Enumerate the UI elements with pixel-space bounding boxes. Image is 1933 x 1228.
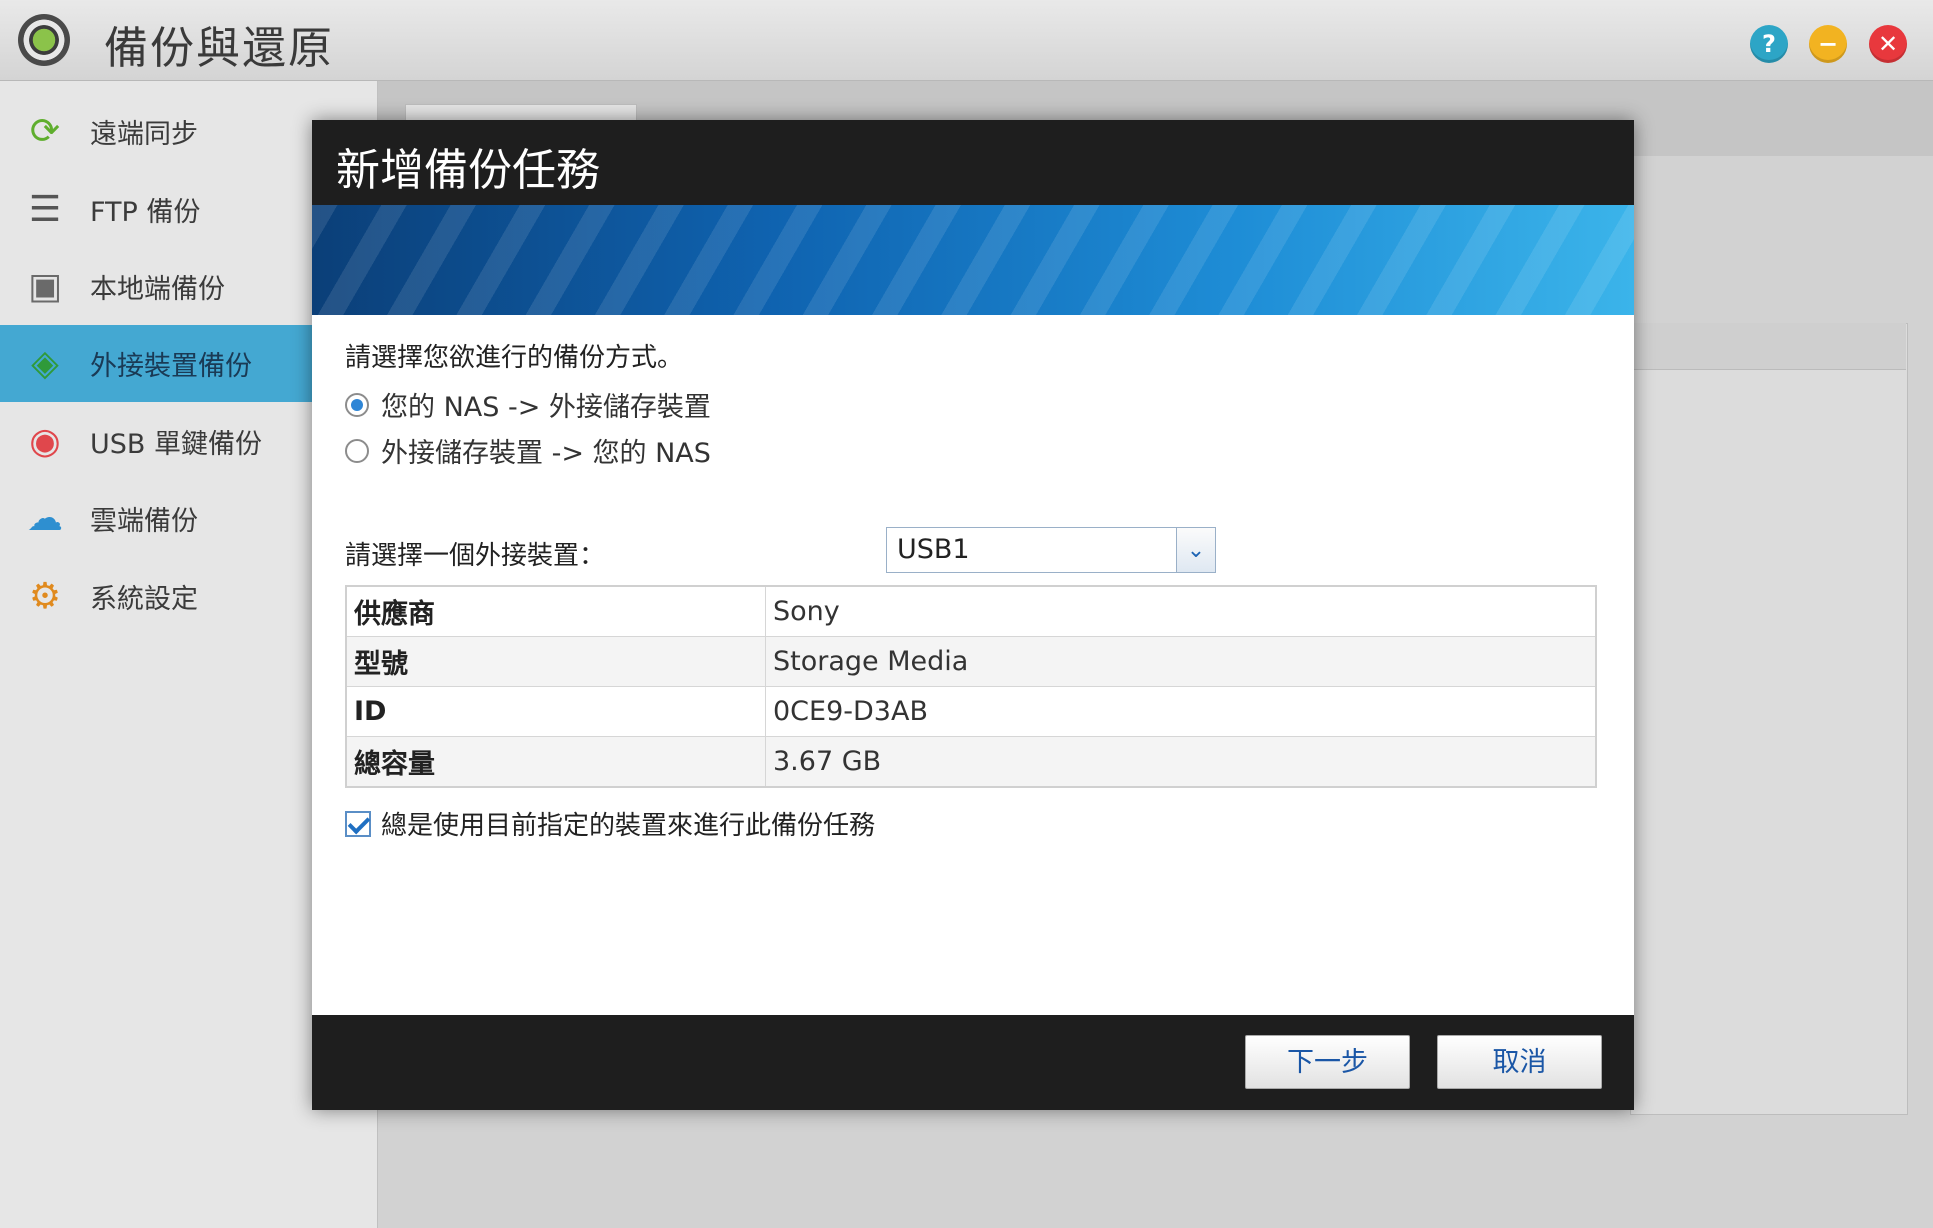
- info-value: 0CE9-D3AB: [765, 686, 1597, 737]
- minimize-button[interactable]: −: [1809, 25, 1847, 63]
- close-button[interactable]: ✕: [1869, 25, 1907, 63]
- option-label: 您的 NAS -> 外接儲存裝置: [381, 392, 711, 423]
- info-value: 3.67 GB: [765, 736, 1597, 788]
- sidebar-item-label: FTP 備份: [90, 197, 201, 228]
- cloud-icon: ☁: [27, 498, 63, 539]
- always-use-device-option[interactable]: 總是使用目前指定的裝置來進行此備份任務: [345, 805, 875, 842]
- backup-method-prompt: 請選擇您欲進行的備份方式。: [345, 343, 684, 373]
- dialog-header: 新增備份任務: [312, 120, 1634, 205]
- sidebar-item-label: 本地端備份: [90, 274, 225, 305]
- cancel-button[interactable]: 取消: [1437, 1035, 1602, 1089]
- background-panel: [1630, 323, 1908, 1115]
- external-device-icon: ◈: [31, 343, 59, 384]
- radio-external-to-nas[interactable]: [345, 438, 369, 463]
- info-value: Sony: [765, 585, 1597, 637]
- device-select-value: USB1: [897, 534, 970, 565]
- info-value: Storage Media: [765, 636, 1597, 687]
- app-logo-icon: [18, 14, 70, 66]
- device-select[interactable]: USB1 ⌄: [886, 527, 1216, 573]
- option-label: 外接儲存裝置 -> 您的 NAS: [381, 438, 711, 469]
- dialog-body: 請選擇您欲進行的備份方式。 您的 NAS -> 外接儲存裝置 外接儲存裝置 ->…: [312, 315, 1634, 1015]
- table-row: 供應商 Sony: [345, 585, 1597, 637]
- chevron-down-icon[interactable]: ⌄: [1176, 528, 1215, 572]
- help-button[interactable]: ?: [1750, 25, 1788, 63]
- option-nas-to-external[interactable]: 您的 NAS -> 外接儲存裝置: [345, 385, 711, 424]
- dialog-banner: [312, 205, 1634, 315]
- local-backup-icon: ▣: [27, 266, 62, 307]
- table-row: 型號 Storage Media: [345, 636, 1597, 687]
- radio-nas-to-external[interactable]: [345, 392, 369, 417]
- new-backup-task-dialog: 新增備份任務 請選擇您欲進行的備份方式。 您的 NAS -> 外接儲存裝置 外接…: [312, 120, 1634, 1110]
- always-use-device-checkbox[interactable]: [345, 810, 371, 837]
- usb-onetouch-icon: ◉: [29, 421, 61, 462]
- sync-icon: ⟳: [29, 111, 61, 152]
- app-title: 備份與還原: [104, 23, 334, 74]
- table-row: 總容量 3.67 GB: [345, 736, 1597, 788]
- ftp-icon: ☰: [28, 189, 62, 230]
- info-key: 總容量: [345, 736, 766, 788]
- device-select-label: 請選擇一個外接裝置：: [345, 541, 606, 571]
- app-titlebar: 備份與還原 ? − ✕: [0, 0, 1933, 81]
- info-key: 供應商: [345, 585, 766, 637]
- background-panel-header: [1630, 323, 1906, 370]
- dialog-title: 新增備份任務: [336, 145, 600, 196]
- table-row: ID 0CE9-D3AB: [345, 686, 1597, 737]
- info-key: ID: [345, 686, 766, 737]
- sidebar-item-label: 遠端同步: [90, 119, 198, 150]
- always-use-device-label: 總是使用目前指定的裝置來進行此備份任務: [381, 811, 876, 841]
- gear-icon: ⚙: [28, 576, 62, 617]
- info-key: 型號: [345, 636, 766, 687]
- sidebar-item-label: 雲端備份: [90, 506, 198, 537]
- option-external-to-nas[interactable]: 外接儲存裝置 -> 您的 NAS: [345, 431, 711, 470]
- device-info-table: 供應商 Sony 型號 Storage Media ID 0CE9-D3AB 總…: [345, 585, 1597, 788]
- next-button[interactable]: 下一步: [1245, 1035, 1410, 1089]
- dialog-footer: 下一步 取消: [312, 1015, 1634, 1110]
- sidebar-item-label: 外接裝置備份: [90, 351, 252, 382]
- sidebar-item-label: 系統設定: [90, 584, 198, 615]
- sidebar-item-label: USB 單鍵備份: [90, 429, 263, 460]
